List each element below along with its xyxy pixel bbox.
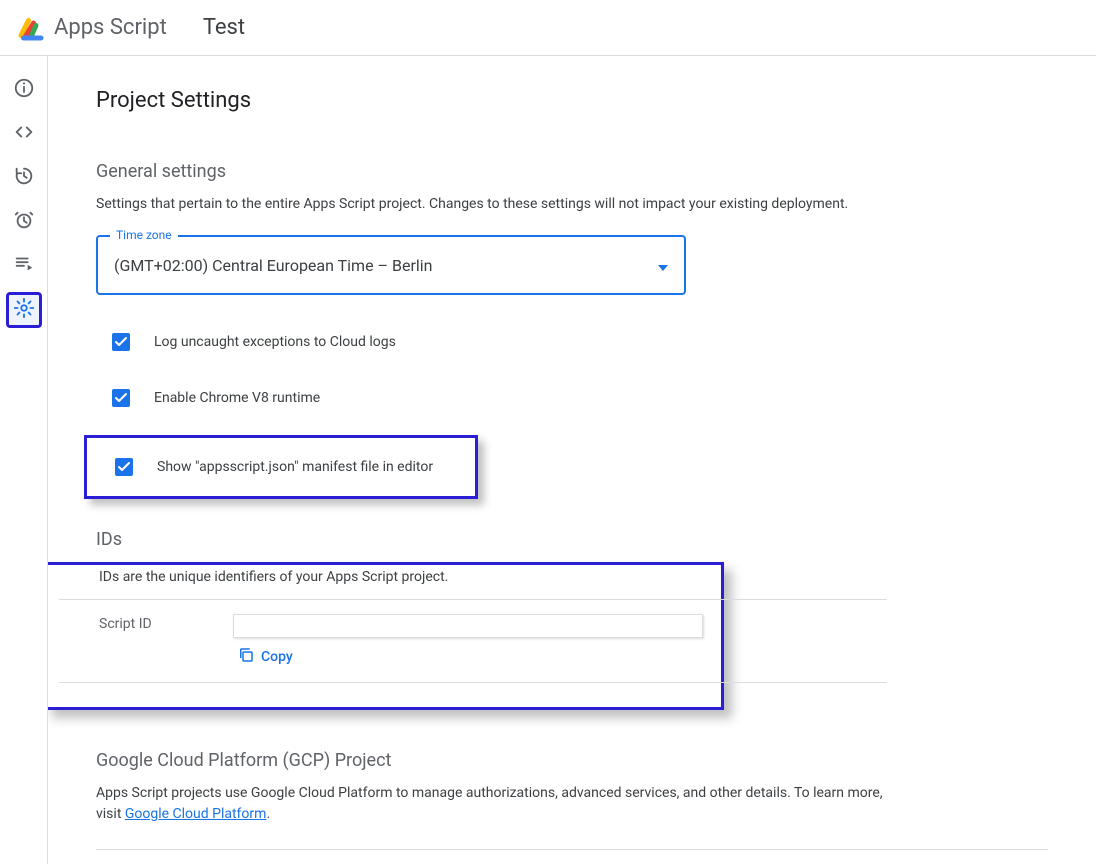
app-name: Apps Script (54, 15, 167, 40)
sidebar-item-alarm[interactable] (6, 204, 42, 240)
timezone-label: Time zone (110, 228, 178, 242)
apps-script-logo-icon (16, 13, 46, 43)
copy-label: Copy (261, 649, 293, 665)
project-name[interactable]: Test (203, 15, 245, 40)
script-id-value (233, 614, 703, 638)
sidebar-item-editor[interactable] (6, 116, 42, 152)
script-id-label: Script ID (99, 614, 233, 632)
general-settings-title: General settings (96, 161, 1048, 182)
copy-button[interactable]: Copy (233, 646, 703, 668)
checkbox-log-exceptions[interactable]: Log uncaught exceptions to Cloud logs (96, 323, 1048, 361)
copy-icon (237, 646, 255, 668)
gcp-desc: Apps Script projects use Google Cloud Pl… (96, 783, 886, 825)
gear-icon (13, 297, 35, 323)
highlight-ids: IDs are the unique identifiers of your A… (48, 562, 724, 710)
main-content: Project Settings General settings Settin… (48, 56, 1096, 864)
timezone-value: (GMT+02:00) Central European Time – Berl… (114, 256, 658, 275)
dropdown-arrow-icon (658, 256, 668, 275)
checkbox-show-manifest[interactable]: Show "appsscript.json" manifest file in … (87, 448, 475, 486)
checkbox-v8-runtime[interactable]: Enable Chrome V8 runtime (96, 379, 1048, 417)
logo: Apps Script (16, 13, 167, 43)
checkbox-label: Log uncaught exceptions to Cloud logs (154, 334, 396, 350)
history-icon (13, 165, 35, 191)
header: Apps Script Test (0, 0, 1096, 56)
checkbox-label: Show "appsscript.json" manifest file in … (157, 459, 433, 475)
ids-table: Script ID Copy (59, 599, 887, 683)
general-settings-desc: Settings that pertain to the entire Apps… (96, 194, 886, 215)
ids-title: IDs (96, 529, 1048, 550)
gcp-link[interactable]: Google Cloud Platform (125, 806, 267, 822)
checkbox-icon (115, 458, 133, 476)
checkbox-icon (112, 389, 130, 407)
gcp-table: GCP Standard (96, 849, 1048, 864)
code-icon (13, 121, 35, 147)
checkbox-label: Enable Chrome V8 runtime (154, 390, 320, 406)
info-icon (13, 77, 35, 103)
ids-desc: IDs are the unique identifiers of your A… (59, 569, 709, 585)
gcp-title: Google Cloud Platform (GCP) Project (96, 750, 1048, 771)
timezone-select[interactable]: Time zone (GMT+02:00) Central European T… (96, 235, 686, 295)
highlight-manifest: Show "appsscript.json" manifest file in … (84, 435, 478, 499)
sidebar-item-overview[interactable] (6, 72, 42, 108)
sidebar-item-executions[interactable] (6, 248, 42, 284)
alarm-icon (13, 209, 35, 235)
sidebar-item-settings[interactable] (6, 292, 42, 328)
sidebar (0, 56, 48, 864)
playlist-play-icon (13, 253, 35, 279)
page-title: Project Settings (96, 88, 1048, 113)
checkbox-icon (112, 333, 130, 351)
sidebar-item-triggers[interactable] (6, 160, 42, 196)
